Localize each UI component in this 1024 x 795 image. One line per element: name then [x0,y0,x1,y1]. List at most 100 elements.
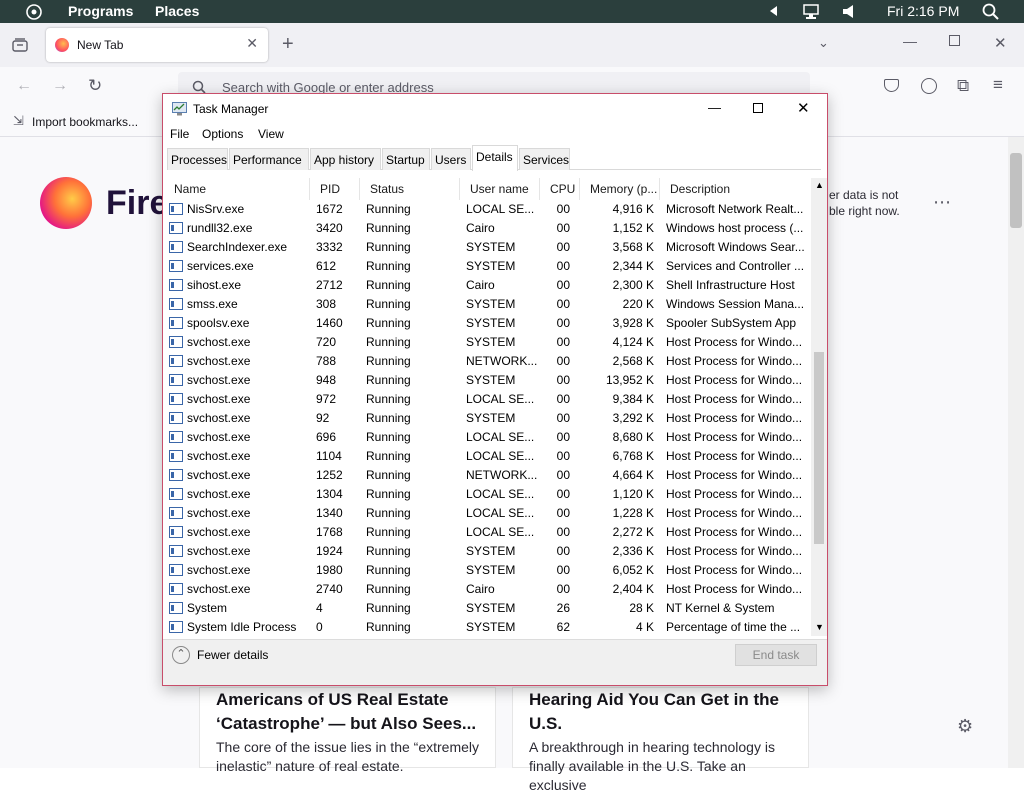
menu-file[interactable]: File [170,127,189,141]
tab-processes[interactable]: Processes [167,148,228,170]
close-tab-icon[interactable]: ✕ [246,35,258,52]
table-row[interactable]: svchost.exe 1104 Running LOCAL SE... 00 6,768… [164,447,812,466]
volume-icon[interactable] [843,5,855,18]
process-icon [169,602,183,614]
tab-details[interactable]: Details [472,145,518,171]
programs-menu[interactable]: Programs [68,3,133,19]
table-scrollbar-thumb[interactable] [814,352,824,544]
arrow-left-icon[interactable] [770,6,778,16]
browser-tab[interactable]: New Tab ✕ [46,28,268,62]
menu-options[interactable]: Options [202,127,243,141]
activities-icon[interactable] [25,3,43,21]
cell-status: Running [366,487,411,501]
cell-status: Running [366,506,411,520]
process-icon [169,260,183,272]
story-headline[interactable]: Americans of US Real Estate ‘Catastrophe… [216,688,486,736]
table-row[interactable]: svchost.exe 2740 Running Cairo 00 2,404 K Host… [164,580,812,599]
forward-icon[interactable]: → [52,77,68,95]
tab-app-history[interactable]: App history [310,148,381,170]
import-bookmarks-link[interactable]: Import bookmarks... [32,115,138,129]
tab-services[interactable]: Services [519,148,570,170]
table-row[interactable]: svchost.exe 1980 Running SYSTEM 00 6,052 K Hos… [164,561,812,580]
tab-startup[interactable]: Startup [382,148,430,170]
table-row[interactable]: svchost.exe 948 Running SYSTEM 00 13,952 K Hos… [164,371,812,390]
process-icon [169,279,183,291]
network-icon[interactable] [802,3,820,20]
minimize-icon[interactable]: — [708,100,721,115]
collapse-icon[interactable]: ⌃ [172,646,190,664]
more-options-icon[interactable]: ⋯ [933,192,951,213]
scroll-down-icon[interactable]: ▼ [815,622,824,632]
table-scrollbar[interactable]: ▲ ▼ [811,178,827,636]
table-row[interactable]: System Idle Process 0 Running SYSTEM 62 4 K Pe… [164,618,812,636]
end-task-button[interactable]: End task [735,644,817,666]
table-row[interactable]: sihost.exe 2712 Running Cairo 00 2,300 K Shell… [164,276,812,295]
column-header-name[interactable]: Name [164,178,310,200]
table-row[interactable]: SearchIndexer.exe 3332 Running SYSTEM 00 3,56… [164,238,812,257]
column-header-cpu[interactable]: CPU [540,178,580,200]
table-row[interactable]: NisSrv.exe 1672 Running LOCAL SE... 00 4,916 … [164,200,812,219]
page-scrollbar-thumb[interactable] [1010,153,1022,228]
story-card[interactable]: Americans of US Real Estate ‘Catastrophe… [199,687,496,774]
table-row[interactable]: svchost.exe 92 Running SYSTEM 00 3,292 K Host … [164,409,812,428]
close-icon[interactable]: ✕ [797,99,810,117]
story-headline[interactable]: Hearing Aid You Can Get in the U.S. [529,688,799,736]
table-row[interactable]: spoolsv.exe 1460 Running SYSTEM 00 3,928 K Spo… [164,314,812,333]
menu-view[interactable]: View [258,127,284,141]
task-manager-titlebar[interactable]: Task Manager — ✕ [163,94,827,124]
search-icon[interactable] [982,3,999,20]
tab-users[interactable]: Users [431,148,471,170]
table-row[interactable]: smss.exe 308 Running SYSTEM 00 220 K Windows S… [164,295,812,314]
story-description: The core of the issue lies in the “extre… [216,739,480,774]
new-tab-icon[interactable]: + [282,33,294,56]
table-row[interactable]: svchost.exe 1252 Running NETWORK... 00 4,664 … [164,466,812,485]
page-scrollbar[interactable] [1008,137,1024,768]
cell-description: Host Process for Windo... [666,525,803,539]
column-header-user[interactable]: User name [460,178,540,200]
maximize-icon[interactable] [753,103,763,113]
column-header-pid[interactable]: PID [310,178,360,200]
tab-performance[interactable]: Performance [229,148,309,170]
chevron-down-icon[interactable]: ⌄ [818,35,829,51]
table-row[interactable]: svchost.exe 1340 Running LOCAL SE... 00 1,228… [164,504,812,523]
cell-cpu: 00 [556,240,570,254]
menu-icon[interactable]: ≡ [993,75,1003,95]
table-row[interactable]: svchost.exe 696 Running LOCAL SE... 00 8,680 … [164,428,812,447]
column-header-description[interactable]: Description [660,178,812,200]
cell-pid: 948 [316,373,337,387]
minimize-icon[interactable]: — [903,33,917,49]
cell-pid: 1980 [316,563,343,577]
scroll-up-icon[interactable]: ▲ [815,180,824,190]
cell-user: SYSTEM [466,411,516,425]
settings-icon[interactable]: ⚙ [957,716,973,737]
cell-cpu: 00 [556,563,570,577]
process-icon [169,393,183,405]
table-row[interactable]: svchost.exe 1924 Running SYSTEM 00 2,336 K Hos… [164,542,812,561]
cell-user: SYSTEM [466,563,516,577]
pocket-icon[interactable] [884,79,899,92]
table-row[interactable]: svchost.exe 972 Running LOCAL SE... 00 9,384 … [164,390,812,409]
extensions-icon[interactable]: ⧉ [957,76,969,96]
story-card[interactable]: Hearing Aid You Can Get in the U.S. A br… [512,687,809,793]
clock[interactable]: Fri 2:16 PM [887,3,959,19]
account-icon[interactable] [921,78,937,94]
tab-overview-icon[interactable] [12,38,28,52]
column-header-status[interactable]: Status [360,178,460,200]
table-row[interactable]: rundll32.exe 3420 Running Cairo 00 1,152 K Win… [164,219,812,238]
reload-icon[interactable]: ↻ [88,76,102,96]
table-row[interactable]: svchost.exe 788 Running NETWORK... 00 2,568 K… [164,352,812,371]
table-row[interactable]: svchost.exe 720 Running SYSTEM 00 4,124 K Host… [164,333,812,352]
cell-description: Microsoft Windows Sear... [666,240,805,254]
back-icon[interactable]: ← [16,77,32,95]
restore-icon[interactable] [949,35,960,46]
cell-status: Running [366,525,411,539]
table-row[interactable]: svchost.exe 1304 Running LOCAL SE... 00 1,120… [164,485,812,504]
close-window-icon[interactable]: ✕ [994,34,1007,52]
column-header-memory[interactable]: Memory (p... [580,178,660,200]
table-row[interactable]: System 4 Running SYSTEM 26 28 K NT Kernel & Sy… [164,599,812,618]
fewer-details-button[interactable]: Fewer details [197,648,268,662]
places-menu[interactable]: Places [155,3,199,19]
cell-status: Running [366,202,411,216]
table-row[interactable]: svchost.exe 1768 Running LOCAL SE... 00 2,272… [164,523,812,542]
table-row[interactable]: services.exe 612 Running SYSTEM 00 2,344 K Ser… [164,257,812,276]
